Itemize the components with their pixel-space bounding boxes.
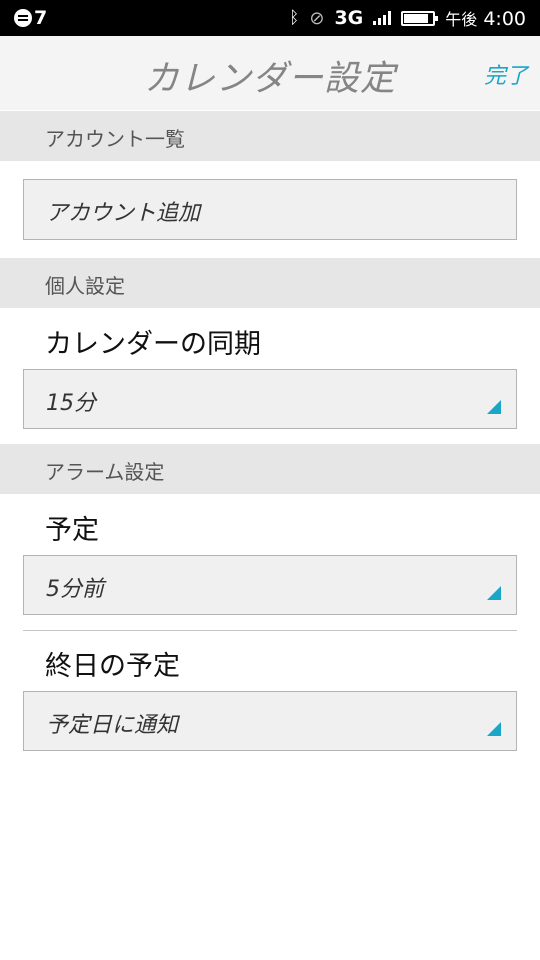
event-alarm-value: 5分前 — [46, 577, 104, 602]
signal-icon — [373, 11, 392, 25]
notification-count: 7 — [34, 6, 48, 29]
status-bar-right: ᛒ ⊘ 3G 午後 4:00 — [289, 0, 526, 36]
allday-alarm-select[interactable]: 予定日に通知 — [23, 691, 517, 751]
title-bar: カレンダー設定 完了 — [0, 36, 540, 110]
sync-interval-value: 15分 — [46, 391, 96, 416]
page-title: カレンダー設定 — [143, 59, 396, 99]
sync-label: カレンダーの同期 — [45, 329, 261, 360]
allday-alarm-value: 予定日に通知 — [46, 713, 179, 738]
dropdown-arrow-icon — [487, 400, 501, 414]
event-alarm-label: 予定 — [45, 515, 99, 546]
ampm-text: 午後 — [445, 10, 478, 29]
add-account-button[interactable]: アカウント追加 — [23, 179, 517, 240]
add-account-label: アカウント追加 — [46, 201, 201, 226]
section-header-alarm-label: アラーム設定 — [45, 460, 165, 484]
divider — [23, 630, 517, 631]
dropdown-arrow-icon — [487, 722, 501, 736]
link-icon: ⊘ — [309, 7, 325, 29]
allday-alarm-label: 終日の予定 — [45, 651, 180, 682]
section-header-personal-label: 個人設定 — [45, 274, 125, 298]
clock-time: 4:00 — [483, 8, 526, 30]
network-type: 3G — [334, 7, 364, 29]
sync-interval-select[interactable]: 15分 — [23, 369, 517, 429]
status-bar-left: 7 — [14, 0, 47, 36]
event-alarm-select[interactable]: 5分前 — [23, 555, 517, 615]
section-header-personal: 個人設定 — [0, 258, 540, 308]
dropdown-arrow-icon — [487, 586, 501, 600]
status-bar: 7 ᛒ ⊘ 3G 午後 4:00 — [0, 0, 540, 36]
bluetooth-icon: ᛒ — [289, 8, 300, 28]
battery-icon — [401, 10, 439, 26]
done-button[interactable]: 完了 — [484, 58, 528, 90]
section-header-accounts: アカウント一覧 — [0, 111, 540, 161]
notification-icon — [14, 9, 32, 27]
section-header-accounts-label: アカウント一覧 — [45, 127, 185, 151]
section-header-alarm: アラーム設定 — [0, 444, 540, 494]
